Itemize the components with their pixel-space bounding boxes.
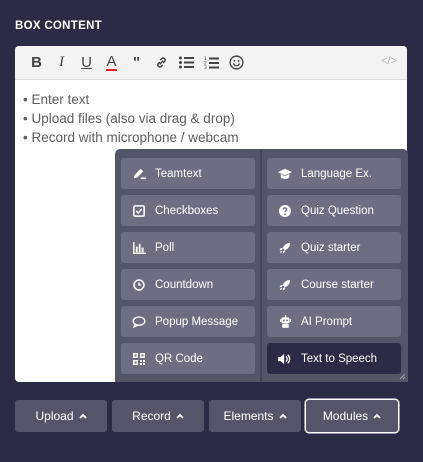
bold-icon: B	[31, 54, 42, 71]
qr-code-icon	[132, 352, 146, 366]
menu-item-checkboxes[interactable]: Checkboxes	[121, 195, 255, 226]
italic-icon: I	[59, 54, 64, 70]
menu-item-label: Teamtext	[155, 167, 202, 180]
menu-item-label: AI Prompt	[301, 315, 353, 328]
menu-item-quiz-starter[interactable]: Quiz starter	[267, 232, 401, 263]
speaker-icon	[278, 352, 292, 366]
menu-item-label: Text to Speech	[301, 352, 378, 365]
record-button[interactable]: Record	[112, 400, 204, 432]
menu-item-label: QR Code	[155, 352, 203, 365]
upload-button-label: Upload	[35, 409, 74, 423]
clock-icon	[132, 278, 146, 292]
menu-item-poll[interactable]: Poll	[121, 232, 255, 263]
question-circle-icon	[278, 204, 292, 218]
menu-item-language-ex[interactable]: Language Ex.	[267, 158, 401, 189]
editor-line: • Enter text	[23, 92, 90, 107]
chevron-up-icon	[78, 413, 87, 419]
editor-content[interactable]: • Enter text • Upload files (also via dr…	[15, 80, 407, 157]
menu-item-label: Countdown	[155, 278, 214, 291]
section-title: BOX CONTENT	[15, 20, 102, 32]
menu-item-label: Poll	[155, 241, 175, 254]
rocket-icon	[278, 278, 292, 292]
rocket-icon	[278, 241, 292, 255]
editor-line: • Upload files (also via drag & drop)	[23, 111, 235, 126]
menu-item-popup-message[interactable]: Popup Message	[121, 306, 255, 337]
link-icon	[155, 56, 168, 69]
bullet-list-button[interactable]	[174, 51, 199, 75]
underline-icon: U	[81, 54, 92, 71]
menu-item-label: Quiz Question	[301, 204, 374, 217]
robot-icon	[278, 315, 292, 329]
menu-item-label: Checkboxes	[155, 204, 219, 217]
upload-button[interactable]: Upload	[15, 400, 107, 432]
bullet-list-icon	[179, 56, 194, 69]
menu-item-countdown[interactable]: Countdown	[121, 269, 255, 300]
modules-menu: Teamtext Checkboxes Poll Countdown Popup…	[115, 149, 408, 382]
menu-item-label: Language Ex.	[301, 167, 372, 180]
bold-button[interactable]: B	[24, 51, 49, 75]
menu-item-teamtext[interactable]: Teamtext	[121, 158, 255, 189]
menu-item-text-to-speech[interactable]: Text to Speech	[267, 343, 401, 374]
editor-line: • Record with microphone / webcam	[23, 130, 239, 145]
chevron-up-icon	[278, 413, 287, 419]
source-code-button[interactable]: </>	[381, 55, 397, 67]
text-color-icon: A	[106, 52, 117, 71]
text-color-button[interactable]: A	[99, 51, 124, 75]
quote-button[interactable]: "	[124, 51, 149, 75]
elements-button[interactable]: Elements	[209, 400, 301, 432]
resize-handle-icon[interactable]	[398, 372, 406, 380]
menu-item-label: Course starter	[301, 278, 374, 291]
record-button-label: Record	[132, 409, 171, 423]
elements-button-label: Elements	[223, 409, 274, 423]
graduation-cap-icon	[278, 167, 292, 181]
menu-divider	[260, 149, 262, 382]
modules-button-label: Modules	[322, 409, 369, 423]
menu-item-course-starter[interactable]: Course starter	[267, 269, 401, 300]
link-button[interactable]	[149, 51, 174, 75]
modules-button[interactable]: Modules	[306, 400, 398, 432]
menu-item-qr-code[interactable]: QR Code	[121, 343, 255, 374]
menu-item-ai-prompt[interactable]: AI Prompt	[267, 306, 401, 337]
emoji-button[interactable]	[224, 51, 249, 75]
emoji-icon	[229, 55, 244, 70]
numbered-list-icon: 123	[204, 56, 219, 70]
menu-item-label: Quiz starter	[301, 241, 361, 254]
numbered-list-button[interactable]: 123	[199, 51, 224, 75]
menu-item-label: Popup Message	[155, 315, 239, 328]
code-icon: </>	[381, 55, 397, 67]
chevron-up-icon	[373, 413, 381, 419]
speech-bubble-icon	[132, 315, 146, 329]
svg-text:3: 3	[204, 65, 207, 70]
menu-item-quiz-question[interactable]: Quiz Question	[267, 195, 401, 226]
chevron-up-icon	[176, 413, 184, 419]
checkbox-icon	[132, 204, 146, 218]
underline-button[interactable]: U	[74, 51, 99, 75]
quote-icon: "	[132, 54, 141, 71]
bar-chart-icon	[132, 241, 146, 255]
italic-button[interactable]: I	[49, 51, 74, 75]
pencil-icon	[132, 167, 146, 181]
editor-toolbar: B I U A " 123 </>	[15, 46, 407, 80]
